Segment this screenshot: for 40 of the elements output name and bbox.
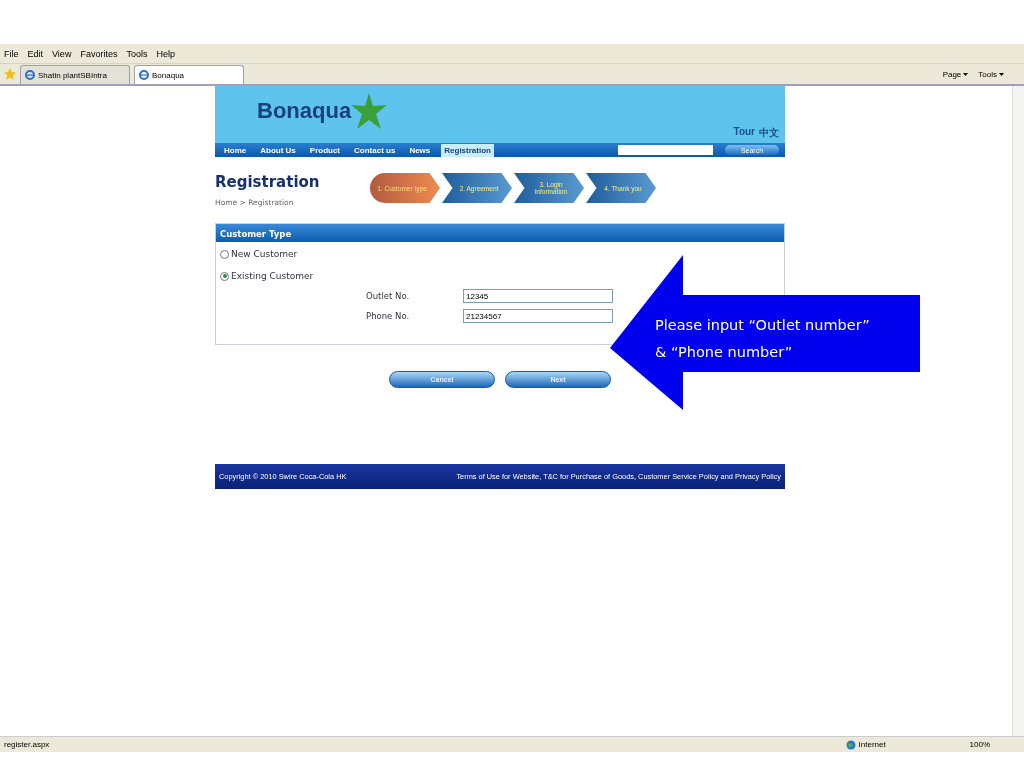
globe-icon	[845, 739, 856, 750]
search-field[interactable]	[618, 145, 713, 155]
zoom-level[interactable]: 100%	[969, 740, 990, 749]
field-label: Phone No.	[366, 311, 411, 321]
browser-icon	[139, 70, 149, 80]
header-link[interactable]: Tour	[733, 126, 755, 140]
panel-header: Customer Type	[216, 224, 784, 242]
menu-item[interactable]: File	[4, 48, 19, 59]
star-leaf-icon	[351, 93, 388, 129]
browser-icon	[25, 70, 35, 80]
browser-tab[interactable]: Bonaqua	[134, 65, 244, 84]
input-field[interactable]: 21234567	[463, 309, 613, 323]
nav-link[interactable]: News	[406, 143, 434, 157]
logo[interactable]: Bonaqua	[257, 93, 388, 129]
menu-item[interactable]: Help	[156, 48, 175, 59]
nav-link[interactable]: Registration	[441, 143, 494, 157]
caret-icon	[999, 72, 1004, 76]
nav-link[interactable]: Product	[306, 143, 344, 157]
menu-item[interactable]: View	[52, 48, 72, 59]
browser-tab[interactable]: Shatin plantSBIntra	[20, 65, 130, 84]
radio-label: New Customer	[231, 249, 298, 259]
zone-label: Internet	[858, 740, 886, 749]
menu-item[interactable]: Favorites	[80, 48, 118, 59]
toolbar-button[interactable]: Page	[942, 69, 969, 79]
nav-link[interactable]: Home	[221, 143, 250, 157]
nav-link[interactable]: About Us	[257, 143, 299, 157]
field-label: Outlet No.	[366, 291, 411, 301]
callout-text: Please input “Outlet number” & “Phone number”	[655, 316, 870, 362]
scrollbar[interactable]	[1012, 86, 1024, 736]
header-link[interactable]: 中文	[759, 126, 779, 140]
page-title: Registration	[215, 173, 321, 191]
star-icon[interactable]	[4, 68, 16, 80]
input-field[interactable]: 12345	[463, 289, 613, 303]
status-url: register.aspx	[4, 740, 50, 749]
menu-item[interactable]: Tools	[126, 48, 148, 59]
menu-item[interactable]: Edit	[27, 48, 44, 59]
radio-label: Existing Customer	[231, 271, 314, 281]
toolbar-button[interactable]: Tools	[978, 69, 1004, 79]
nav-link[interactable]: Contact us	[351, 143, 399, 157]
caret-icon	[963, 72, 969, 76]
